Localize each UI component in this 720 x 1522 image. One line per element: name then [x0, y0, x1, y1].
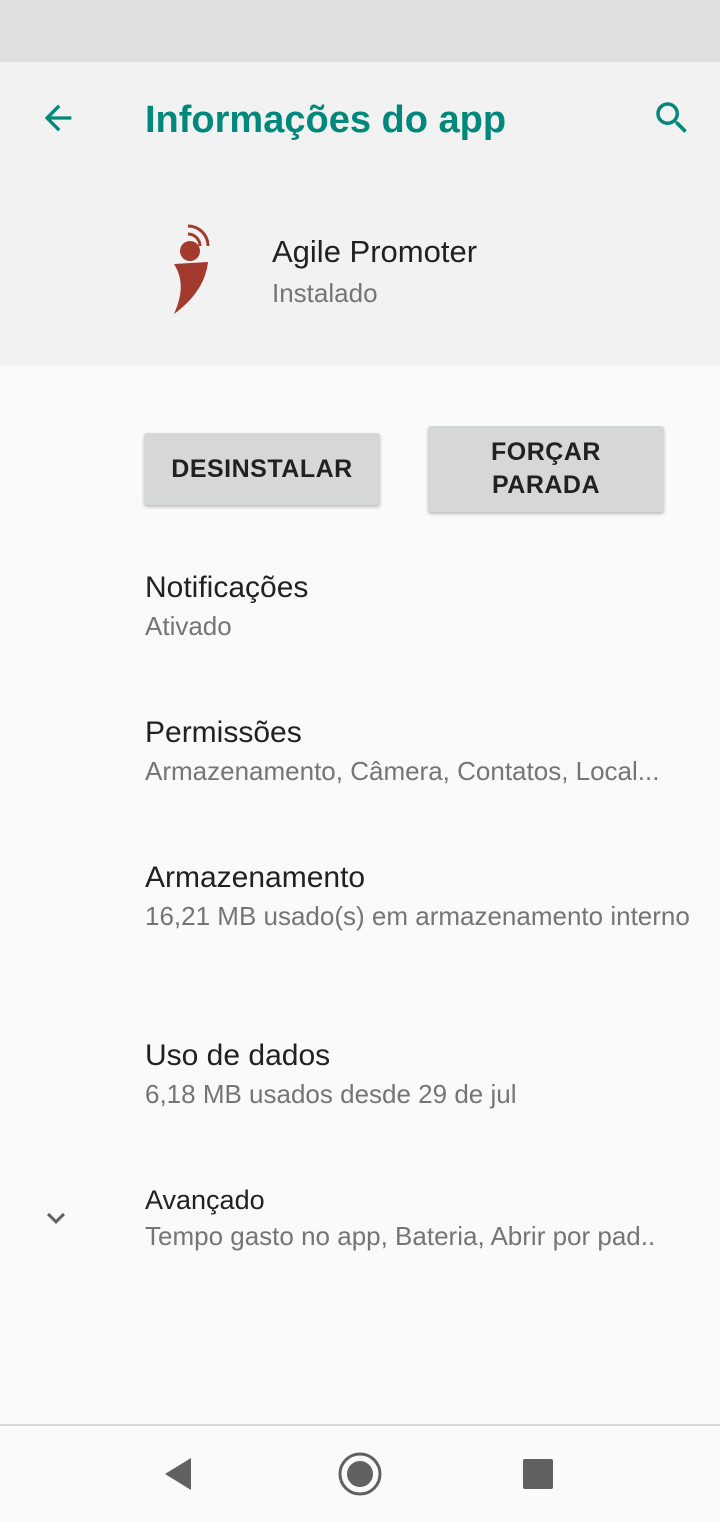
page-title: Informações do app — [145, 99, 507, 141]
nav-back-icon — [165, 1458, 191, 1490]
permissions-item[interactable]: Permissões Armazenamento, Câmera, Contat… — [145, 713, 690, 788]
app-install-status: Instalado — [272, 278, 378, 308]
nav-home-icon — [338, 1452, 382, 1496]
advanced-item[interactable]: Avançado Tempo gasto no app, Bateria, Ab… — [145, 1182, 690, 1253]
data-usage-title: Uso de dados — [145, 1039, 331, 1072]
arrow-back-icon — [44, 104, 72, 132]
notifications-summary: Ativado — [145, 611, 232, 641]
advanced-expand-toggle[interactable] — [36, 1198, 76, 1238]
search-button[interactable] — [644, 90, 700, 146]
force-stop-button[interactable]: FORÇAR PARADA — [428, 426, 664, 512]
notifications-title: Notificações — [145, 571, 309, 604]
storage-summary: 16,21 MB usado(s) em armazenamento inter… — [145, 901, 690, 931]
storage-title: Armazenamento — [145, 861, 366, 894]
uninstall-button[interactable]: DESINSTALAR — [144, 433, 380, 505]
nav-recents-button[interactable] — [510, 1446, 566, 1502]
permissions-summary: Armazenamento, Câmera, Contatos, Local..… — [145, 756, 660, 786]
uninstall-button-label: DESINSTALAR — [171, 454, 353, 483]
back-button[interactable] — [30, 90, 86, 146]
storage-item[interactable]: Armazenamento 16,21 MB usado(s) em armaz… — [145, 858, 690, 933]
nav-recents-icon — [523, 1459, 553, 1489]
notifications-item[interactable]: Notificações Ativado — [145, 568, 690, 643]
status-bar — [0, 0, 720, 62]
force-stop-button-label: FORÇAR PARADA — [491, 438, 601, 499]
data-usage-item[interactable]: Uso de dados 6,18 MB usados desde 29 de … — [145, 1036, 690, 1111]
advanced-summary: Tempo gasto no app, Bateria, Abrir por p… — [145, 1221, 656, 1251]
search-icon — [656, 102, 687, 133]
data-usage-summary: 6,18 MB usados desde 29 de jul — [145, 1079, 517, 1109]
permissions-title: Permissões — [145, 716, 302, 749]
nav-back-button[interactable] — [150, 1446, 206, 1502]
chevron-down-icon — [47, 1212, 65, 1224]
nav-home-button[interactable] — [332, 1446, 388, 1502]
agile-promoter-logo-icon — [158, 222, 228, 318]
advanced-title: Avançado — [145, 1185, 265, 1215]
navigation-bar — [0, 1424, 720, 1522]
app-name: Agile Promoter — [272, 234, 478, 269]
